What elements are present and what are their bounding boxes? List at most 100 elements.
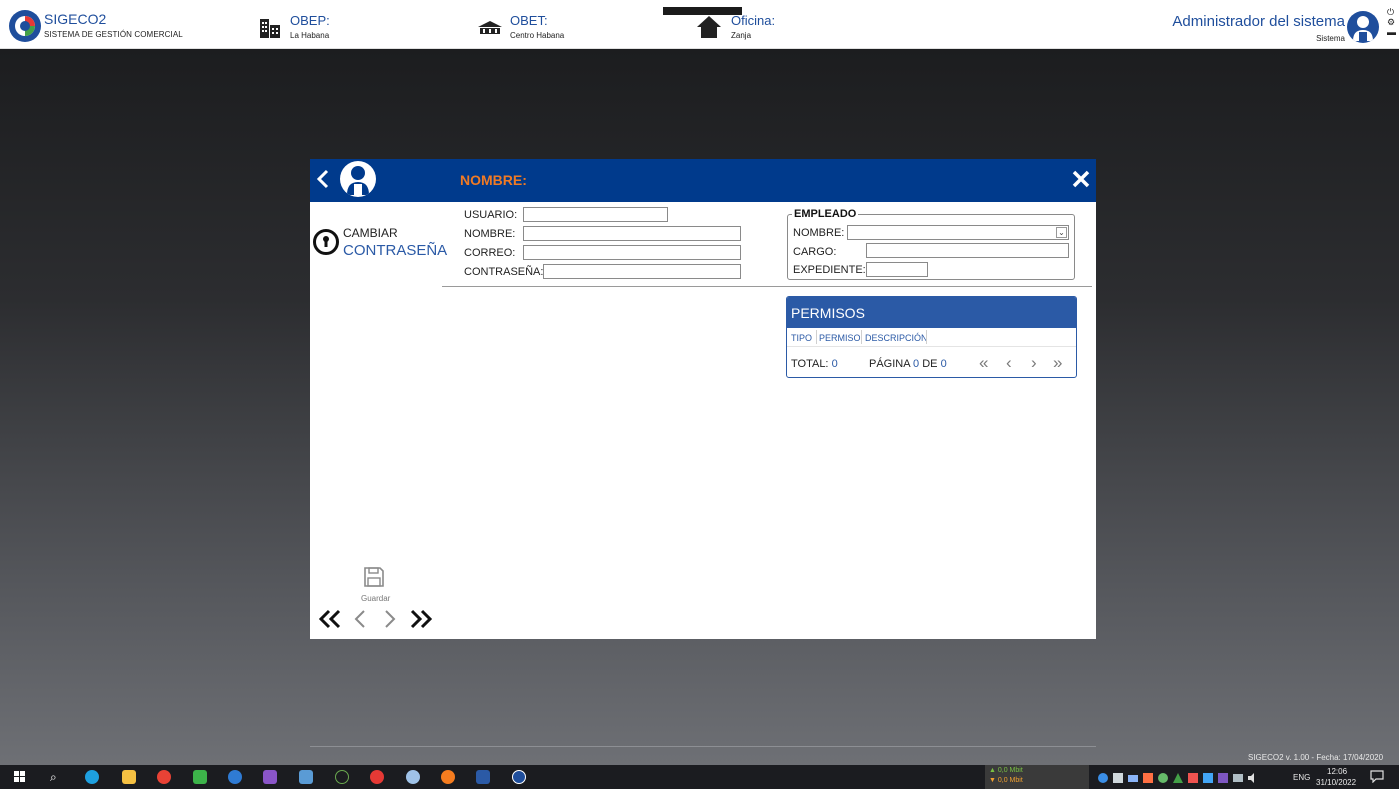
permisos-panel: PERMISOS TIPO PERMISO DESCRIPCIÓN TOTAL:… [786, 296, 1077, 378]
usuario-label: USUARIO: [464, 209, 518, 221]
app-subtitle: SISTEMA DE GESTIÓN COMERCIAL [44, 30, 183, 39]
net-upload: ▲ 0,0 Mbit [989, 767, 1023, 774]
firefox-icon[interactable] [441, 770, 455, 784]
last-page-icon[interactable]: » [1053, 353, 1062, 373]
clock-time[interactable]: 12:06 [1327, 767, 1347, 776]
change-password-label[interactable]: CAMBIAR [343, 226, 398, 240]
obep-label: OBEP: [290, 13, 330, 28]
page-indicator: PÁGINA 0 DE 0 [869, 358, 947, 370]
next-record-button[interactable] [382, 608, 398, 636]
double-chevron-left-icon [318, 609, 341, 629]
app-icon[interactable] [193, 770, 207, 784]
change-password-label-2[interactable]: CONTRASEÑA [343, 242, 447, 259]
next-page-icon[interactable]: › [1031, 353, 1037, 373]
app-icon[interactable] [406, 770, 420, 784]
file-explorer-icon[interactable] [122, 770, 136, 784]
minimize-icon[interactable]: ▬ [1387, 27, 1399, 37]
language-indicator[interactable]: ENG [1293, 773, 1310, 782]
empleado-nombre-value [848, 231, 851, 242]
chevron-left-icon [354, 610, 365, 628]
save-label: Guardar [361, 594, 391, 603]
column-separator [816, 330, 817, 344]
dialog-header: NOMBRE: [310, 159, 1096, 202]
form-divider [442, 286, 1092, 287]
double-chevron-right-icon [410, 609, 433, 629]
table-header-line [787, 346, 1076, 347]
version-info: SIGECO2 v. 1.00 - Fecha: 17/04/2020 [1248, 753, 1384, 762]
change-password-button[interactable] [313, 229, 339, 255]
power-icon[interactable]: ⏻ [1387, 7, 1399, 17]
app-icon[interactable] [228, 770, 242, 784]
network-monitor: ▲ 0,0 Mbit ▼ 0,0 Mbit [985, 765, 1089, 789]
obet-value: Centro Habana [510, 31, 565, 40]
oficina-label: Oficina: [731, 13, 776, 28]
chevron-down-icon[interactable]: ⌄ [1056, 227, 1067, 238]
total-label: TOTAL: [791, 358, 829, 370]
chevron-left-icon [316, 169, 329, 189]
home-icon [697, 16, 721, 38]
expediente-input[interactable] [866, 262, 928, 277]
column-header-permiso[interactable]: PERMISO [819, 333, 861, 343]
windows-start-icon[interactable] [13, 770, 27, 784]
close-icon [1072, 170, 1090, 188]
app-icon[interactable] [335, 770, 349, 784]
page-total: 0 [940, 358, 947, 370]
user-dialog: NOMBRE: CAMBIAR CONTRASEÑA USUARIO: NOMB… [310, 159, 1096, 639]
oficina-value: Zanja [731, 31, 752, 40]
word-icon[interactable] [476, 770, 490, 784]
chrome-icon[interactable] [157, 770, 171, 784]
user-avatar-icon[interactable] [1347, 11, 1379, 43]
permisos-title: PERMISOS [791, 305, 865, 321]
first-page-icon[interactable]: « [979, 353, 988, 373]
empleado-nombre-select[interactable]: ⌄ [847, 225, 1069, 240]
usuario-input[interactable] [523, 207, 668, 222]
empleado-title: EMPLEADO [792, 208, 859, 220]
institution-icon [478, 21, 502, 34]
page-current: 0 [913, 358, 920, 370]
app-header: SIGECO2 SISTEMA DE GESTIÓN COMERCIAL OBE… [0, 0, 1399, 49]
sigeco-taskbar-icon[interactable] [512, 770, 526, 784]
system-tray-icons[interactable] [1097, 771, 1267, 783]
back-button[interactable] [316, 168, 338, 192]
notifications-icon[interactable] [1370, 770, 1384, 784]
user-role: Sistema [1316, 34, 1345, 43]
column-separator [861, 330, 862, 344]
search-icon[interactable]: ⌕ [50, 770, 64, 784]
settings-icon[interactable]: ⚙ [1387, 17, 1399, 27]
cargo-input[interactable] [866, 243, 1069, 258]
opera-icon[interactable] [370, 770, 384, 784]
close-button[interactable] [1071, 166, 1093, 194]
edge-browser-icon[interactable] [85, 770, 99, 784]
column-separator [926, 330, 927, 344]
total-value: 0 [831, 358, 838, 370]
column-header-tipo[interactable]: TIPO [791, 333, 812, 343]
prev-record-button[interactable] [352, 608, 368, 636]
key-icon [323, 236, 329, 247]
net-download: ▼ 0,0 Mbit [989, 777, 1023, 784]
page-of: DE [922, 358, 938, 370]
last-record-button[interactable] [408, 608, 434, 636]
column-header-descripcion[interactable]: DESCRIPCIÓN [865, 333, 928, 343]
backdrop-divider [310, 746, 1096, 747]
contrasena-input[interactable] [543, 264, 741, 279]
visual-studio-icon[interactable] [263, 770, 277, 784]
user-name[interactable]: Administrador del sistema [1172, 13, 1345, 30]
total-count: TOTAL: 0 [791, 358, 838, 370]
nombre-input[interactable] [523, 226, 741, 241]
header-side-icons[interactable]: ⏻ ⚙ ▬ [1387, 7, 1399, 37]
contrasena-label: CONTRASEÑA: [464, 266, 544, 278]
app-name: SIGECO2 [44, 11, 107, 27]
prev-page-icon[interactable]: ‹ [1006, 353, 1012, 373]
expediente-label: EXPEDIENTE: [793, 264, 866, 276]
dialog-title: NOMBRE: [460, 172, 527, 188]
obep-value: La Habana [290, 31, 330, 40]
building-icon [260, 19, 280, 38]
empleado-nombre-label: NOMBRE: [793, 227, 845, 239]
correo-input[interactable] [523, 245, 741, 260]
app-icon[interactable] [299, 770, 313, 784]
clock-date[interactable]: 31/10/2022 [1316, 778, 1356, 787]
sigeco-logo-icon [9, 10, 41, 42]
first-record-button[interactable] [317, 608, 343, 636]
correo-label: CORREO: [464, 247, 516, 259]
dialog-user-icon [340, 161, 376, 197]
